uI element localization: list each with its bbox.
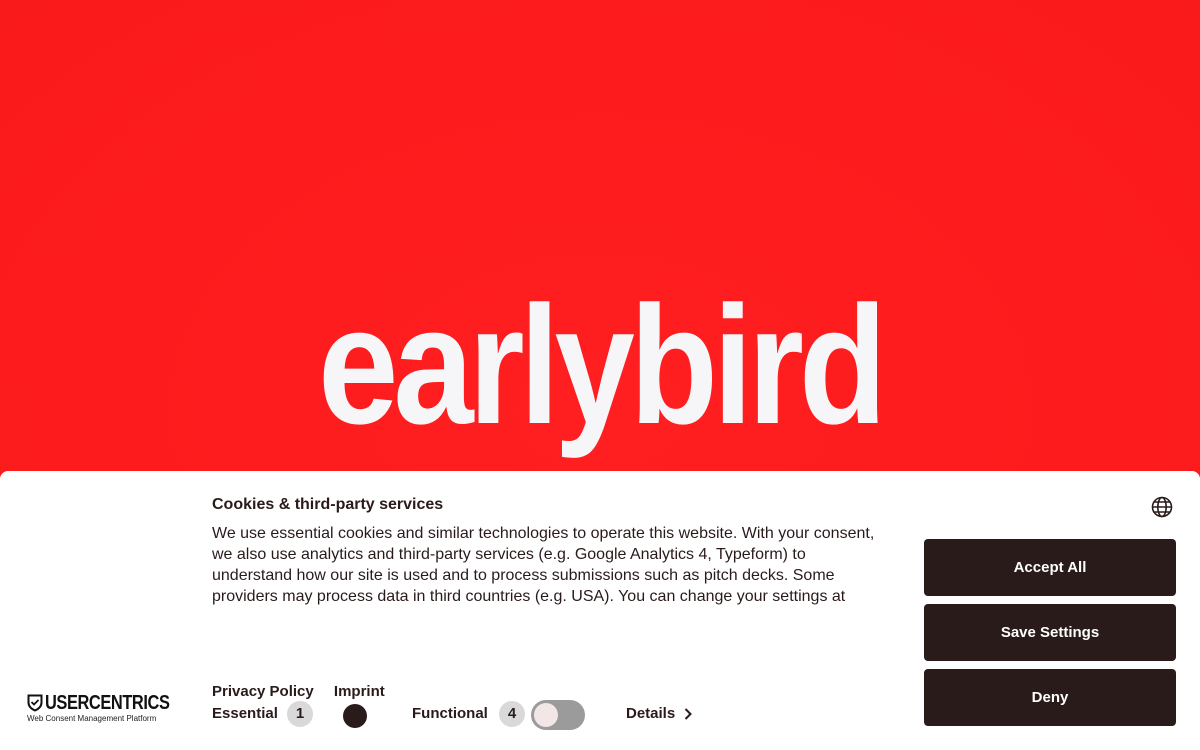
details-button[interactable]: Details (626, 705, 693, 722)
cookie-consent-banner: Cookies & third-party services We use es… (0, 471, 1200, 750)
privacy-policy-link[interactable]: Privacy Policy (212, 683, 314, 700)
usercentrics-logo: USERCENTRICS Web Consent Management Plat… (27, 693, 197, 723)
accept-all-button[interactable]: Accept All (924, 539, 1176, 596)
chevron-right-icon (684, 708, 693, 720)
earlybird-logo: earlybird (318, 271, 887, 459)
save-settings-button[interactable]: Save Settings (924, 604, 1176, 661)
consent-description: We use essential cookies and similar tec… (212, 525, 875, 605)
consent-title: Cookies & third-party services (212, 496, 444, 513)
shield-icon (27, 694, 43, 712)
category-functional-count: 4 (499, 701, 525, 727)
category-essential-label: Essential (212, 705, 278, 722)
usercentrics-tagline: Web Consent Management Platform (27, 714, 157, 723)
category-essential-count: 1 (287, 701, 313, 727)
globe-icon[interactable] (1150, 495, 1174, 519)
imprint-link[interactable]: Imprint (334, 683, 385, 700)
policy-links: Privacy Policy Imprint (212, 683, 401, 700)
essential-enabled-indicator (343, 704, 367, 728)
details-label: Details (626, 705, 676, 722)
deny-button[interactable]: Deny (924, 669, 1176, 726)
category-functional-label: Functional (412, 705, 488, 722)
toggle-knob (534, 703, 558, 727)
functional-toggle[interactable] (531, 700, 585, 730)
usercentrics-name: USERCENTRICS (45, 692, 170, 714)
